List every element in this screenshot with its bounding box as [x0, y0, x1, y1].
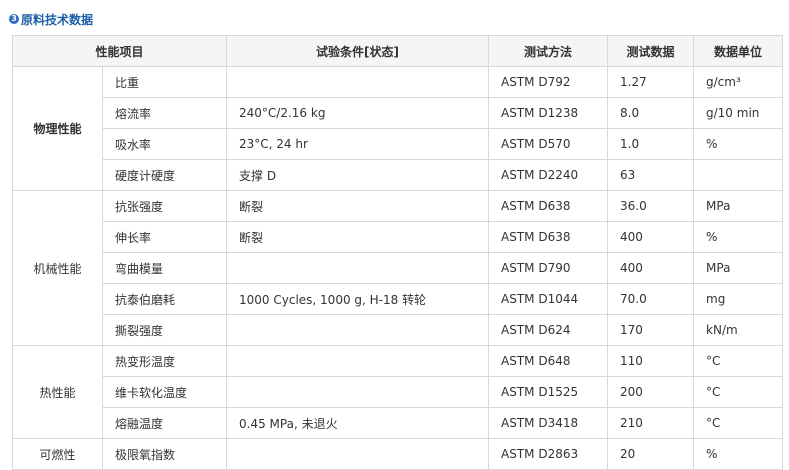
category-cell: 可燃性: [12, 438, 103, 470]
table-row: 弯曲模量 ASTM D790 400 MPa: [13, 252, 784, 284]
category-cell: 物理性能: [12, 66, 103, 191]
method-cell: ASTM D790: [488, 252, 609, 284]
value-cell: 1.0: [607, 128, 695, 160]
value-cell: 63: [607, 159, 695, 191]
condition-cell: [226, 376, 490, 408]
unit-cell: g/cm³: [693, 66, 784, 98]
section-heading: 3 原料技术数据: [9, 10, 93, 28]
method-cell: ASTM D570: [488, 128, 609, 160]
table-header-row: 性能项目 试验条件[状态] 测试方法 测试数据 数据单位: [11, 35, 784, 67]
table-row: 物理性能 比重 ASTM D792 1.27 g/cm³: [12, 66, 784, 191]
condition-cell: 断裂: [226, 190, 490, 222]
item-cell: 极限氧指数: [101, 438, 228, 470]
condition-cell: [226, 66, 490, 98]
table-row: 抗泰伯磨耗 1000 Cycles, 1000 g, H-18 转轮 ASTM …: [13, 283, 784, 315]
unit-cell: MPa: [693, 252, 784, 284]
item-cell: 弯曲模量: [101, 252, 228, 284]
header-condition: 试验条件[状态]: [226, 35, 490, 67]
method-cell: ASTM D3418: [488, 407, 609, 439]
condition-cell: [226, 314, 490, 346]
method-cell: ASTM D638: [488, 221, 609, 253]
table-row: 热性能 热变形温度 ASTM D648 110 °C: [12, 345, 784, 439]
item-cell: 撕裂强度: [101, 314, 228, 346]
value-cell: 70.0: [607, 283, 695, 315]
item-cell: 硬度计硬度: [101, 159, 228, 191]
table-row: 吸水率 23°C, 24 hr ASTM D570 1.0 %: [13, 128, 784, 160]
table-row: 维卡软化温度 ASTM D1525 200 °C: [13, 376, 784, 408]
method-cell: ASTM D1238: [488, 97, 609, 129]
condition-cell: 23°C, 24 hr: [226, 128, 490, 160]
item-cell: 抗泰伯磨耗: [101, 283, 228, 315]
unit-cell: g/10 min: [693, 97, 784, 129]
method-cell: ASTM D1044: [488, 283, 609, 315]
value-cell: 400: [607, 221, 695, 253]
unit-cell: %: [693, 128, 784, 160]
value-cell: 110: [607, 345, 695, 377]
technical-data-table: 性能项目 试验条件[状态] 测试方法 测试数据 数据单位 物理性能 比重 AST…: [11, 35, 784, 470]
item-cell: 维卡软化温度: [101, 376, 228, 408]
unit-cell: mg: [693, 283, 784, 315]
method-cell: ASTM D1525: [488, 376, 609, 408]
unit-cell: [693, 159, 784, 191]
method-cell: ASTM D648: [488, 345, 609, 377]
value-cell: 400: [607, 252, 695, 284]
category-cell: 热性能: [12, 345, 103, 439]
unit-cell: °C: [693, 345, 784, 377]
unit-cell: MPa: [693, 190, 784, 222]
unit-cell: °C: [693, 407, 784, 439]
value-cell: 200: [607, 376, 695, 408]
item-cell: 吸水率: [101, 128, 228, 160]
header-method: 测试方法: [488, 35, 609, 67]
value-cell: 170: [607, 314, 695, 346]
circle-3-icon: 3: [9, 14, 19, 24]
table-row: 熔流率 240°C/2.16 kg ASTM D1238 8.0 g/10 mi…: [13, 97, 784, 129]
header-property: 性能项目: [11, 35, 228, 67]
value-cell: 1.27: [607, 66, 695, 98]
item-cell: 热变形温度: [101, 345, 228, 377]
item-cell: 比重: [101, 66, 228, 98]
item-cell: 熔融温度: [101, 407, 228, 439]
table-row: 熔融温度 0.45 MPa, 未退火 ASTM D3418 210 °C: [13, 407, 784, 439]
method-cell: ASTM D624: [488, 314, 609, 346]
value-cell: 20: [607, 438, 695, 470]
category-cell: 机械性能: [12, 190, 103, 346]
unit-cell: kN/m: [693, 314, 784, 346]
condition-cell: [226, 252, 490, 284]
table-row: 撕裂强度 ASTM D624 170 kN/m: [13, 314, 784, 346]
condition-cell: 支撑 D: [226, 159, 490, 191]
condition-cell: 断裂: [226, 221, 490, 253]
method-cell: ASTM D638: [488, 190, 609, 222]
item-cell: 伸长率: [101, 221, 228, 253]
method-cell: ASTM D2240: [488, 159, 609, 191]
condition-cell: 1000 Cycles, 1000 g, H-18 转轮: [226, 283, 490, 315]
table-row: 硬度计硬度 支撑 D ASTM D2240 63: [13, 159, 784, 191]
condition-cell: 240°C/2.16 kg: [226, 97, 490, 129]
method-cell: ASTM D792: [488, 66, 609, 98]
header-unit: 数据单位: [693, 35, 784, 67]
condition-cell: [226, 345, 490, 377]
unit-cell: %: [693, 221, 784, 253]
value-cell: 36.0: [607, 190, 695, 222]
value-cell: 8.0: [607, 97, 695, 129]
table-row: 可燃性 极限氧指数 ASTM D2863 20 %: [12, 438, 784, 470]
item-cell: 熔流率: [101, 97, 228, 129]
table-row: 机械性能 抗张强度 断裂 ASTM D638 36.0 MPa: [12, 190, 784, 346]
unit-cell: %: [693, 438, 784, 470]
item-cell: 抗张强度: [101, 190, 228, 222]
value-cell: 210: [607, 407, 695, 439]
unit-cell: °C: [693, 376, 784, 408]
condition-cell: [226, 438, 490, 470]
header-value: 测试数据: [607, 35, 695, 67]
condition-cell: 0.45 MPa, 未退火: [226, 407, 490, 439]
section-title: 原料技术数据: [21, 12, 94, 27]
method-cell: ASTM D2863: [488, 438, 609, 470]
table-row: 伸长率 断裂 ASTM D638 400 %: [13, 221, 784, 253]
